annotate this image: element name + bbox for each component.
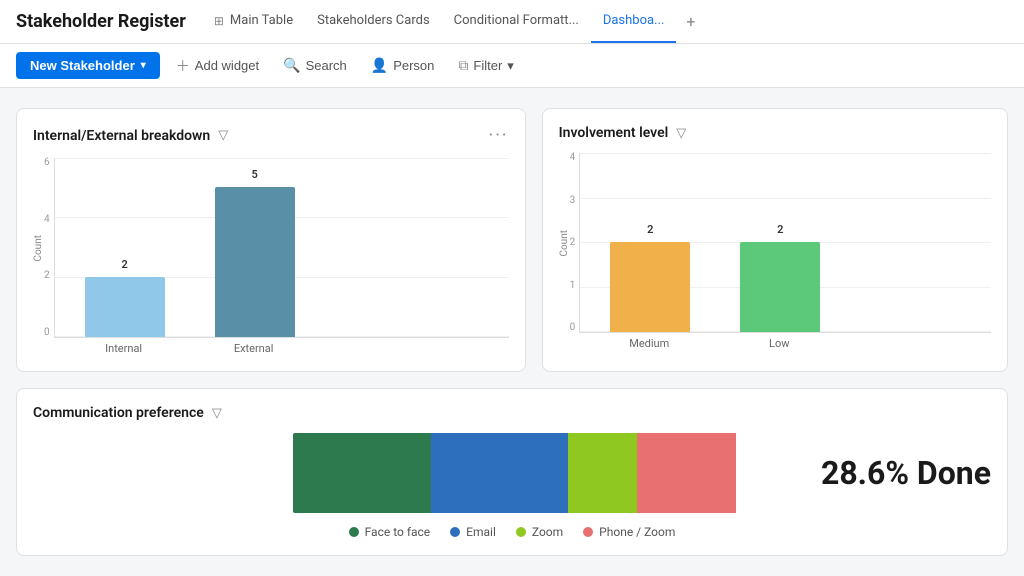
segment-zoom [568,433,637,513]
legend-email: Email [450,525,496,539]
breakdown-bar-external-rect [215,187,295,337]
breakdown-title-row: Internal/External breakdown ▽ [33,128,228,144]
chevron-down-icon: ▾ [141,60,146,71]
legend-label-phone-zoom: Phone / Zoom [599,525,675,539]
legend-label-face-to-face: Face to face [365,525,431,539]
tab-main-table[interactable]: ⊞ Main Table [202,0,305,43]
breakdown-plot: 2 5 Internal External [54,158,509,355]
breakdown-bars-area: 2 5 [54,158,509,338]
involvement-y-label: Count [559,230,570,257]
filter-icon: ⧉ [458,57,468,74]
tab-add-icon: + [686,12,695,31]
add-widget-button[interactable]: ＋ Add widget [168,51,267,81]
nav-tabs: ⊞ Main Table Stakeholders Cards Conditio… [202,0,706,43]
comm-stacked-bar [293,433,785,513]
comm-chart-header: Communication preference ▽ [33,405,991,421]
breakdown-chart-title: Internal/External breakdown [33,128,210,144]
involvement-y-ticks: 0 1 2 3 4 [570,153,580,333]
breakdown-x-labels: Internal External [54,338,509,355]
legend-label-email: Email [466,525,496,539]
tab-stakeholders-cards-label: Stakeholders Cards [317,13,430,28]
tab-stakeholders-cards[interactable]: Stakeholders Cards [305,0,442,43]
comm-filter-icon[interactable]: ▽ [212,406,222,421]
involvement-label-low: Low [739,337,819,350]
involvement-bar-low-value: 2 [777,223,783,236]
involvement-chart-title: Involvement level [559,125,669,141]
involvement-title-row: Involvement level ▽ [559,125,687,141]
search-icon: 🔍 [283,57,300,74]
tab-main-table-label: Main Table [230,13,293,28]
comm-title-row: Communication preference ▽ [33,405,222,421]
filter-button[interactable]: ⧉ Filter ▾ [450,52,521,79]
tab-conditional-format[interactable]: Conditional Formatt... [442,0,591,43]
person-button[interactable]: 👤 Person [363,52,443,79]
involvement-bar-medium: 2 [610,223,690,332]
legend-phone-zoom: Phone / Zoom [583,525,675,539]
toolbar: New Stakeholder ▾ ＋ Add widget 🔍 Search … [0,44,1024,88]
involvement-bar-low: 2 [740,223,820,332]
legend-dot-phone-zoom [583,527,593,537]
plus-icon: ＋ [176,56,190,76]
breakdown-y-ticks: 0 2 4 6 [44,158,54,338]
involvement-bar-medium-rect [610,242,690,332]
search-label: Search [306,58,347,73]
involvement-x-labels: Medium Low [579,333,991,350]
app-title: Stakeholder Register [16,11,186,32]
person-icon: 👤 [371,57,388,74]
new-stakeholder-label: New Stakeholder [30,58,135,73]
involvement-label-medium: Medium [609,337,689,350]
comm-stacked-bar-container: 28.6% Done [33,433,991,513]
filter-label: Filter [473,58,502,73]
involvement-bar-medium-value: 2 [647,223,653,236]
new-stakeholder-button[interactable]: New Stakeholder ▾ [16,52,160,79]
involvement-chart-card: Involvement level ▽ Count 0 1 2 3 4 [542,108,1008,372]
add-widget-label: Add widget [195,58,259,73]
breakdown-chart-card: Internal/External breakdown ▽ ··· Count … [16,108,526,372]
done-text: 28.6% Done [821,454,991,492]
breakdown-more-button[interactable]: ··· [489,125,509,146]
breakdown-bar-internal-rect [85,277,165,337]
legend-dot-zoom [516,527,526,537]
segment-face-to-face [293,433,431,513]
involvement-filter-icon[interactable]: ▽ [676,126,686,141]
legend-dot-email [450,527,460,537]
breakdown-chart-header: Internal/External breakdown ▽ ··· [33,125,509,146]
segment-email [431,433,569,513]
breakdown-filter-icon[interactable]: ▽ [218,128,228,143]
done-text-container: 28.6% Done [805,454,991,492]
breakdown-bar-external: 5 [215,168,295,337]
app-header: Stakeholder Register ⊞ Main Table Stakeh… [0,0,1024,44]
breakdown-chart-body: Count 0 2 4 6 [33,158,509,355]
tab-dashboard[interactable]: Dashboa... [591,0,677,43]
involvement-chart-body: Count 0 1 2 3 4 [559,153,991,350]
tab-add-button[interactable]: + [676,0,705,43]
breakdown-bar-internal: 2 [85,258,165,337]
table-icon: ⊞ [214,14,224,28]
legend-face-to-face: Face to face [349,525,431,539]
breakdown-y-label: Count [33,235,44,262]
breakdown-label-internal: Internal [84,342,164,355]
involvement-plot: 2 2 Medium Low [579,153,991,350]
segment-phone-zoom [637,433,735,513]
breakdown-bar-internal-value: 2 [121,258,127,271]
breakdown-label-external: External [214,342,294,355]
legend-zoom: Zoom [516,525,563,539]
legend-dot-face-to-face [349,527,359,537]
comm-chart-title: Communication preference [33,405,204,421]
tab-conditional-format-label: Conditional Formatt... [454,13,579,28]
involvement-chart-header: Involvement level ▽ [559,125,991,141]
involvement-bars-area: 2 2 [579,153,991,333]
dashboard-row-1: Internal/External breakdown ▽ ··· Count … [16,108,1008,372]
comm-legend: Face to face Email Zoom Phone / Zoom [33,525,991,539]
comm-chart-card: Communication preference ▽ 28.6% Done Fa… [16,388,1008,556]
search-button[interactable]: 🔍 Search [275,52,355,79]
filter-chevron-icon: ▾ [507,58,514,74]
breakdown-bar-external-value: 5 [251,168,257,181]
involvement-bar-low-rect [740,242,820,332]
main-content: Internal/External breakdown ▽ ··· Count … [0,88,1024,576]
tab-dashboard-label: Dashboa... [603,13,665,28]
person-label: Person [393,58,434,73]
legend-label-zoom: Zoom [532,525,563,539]
